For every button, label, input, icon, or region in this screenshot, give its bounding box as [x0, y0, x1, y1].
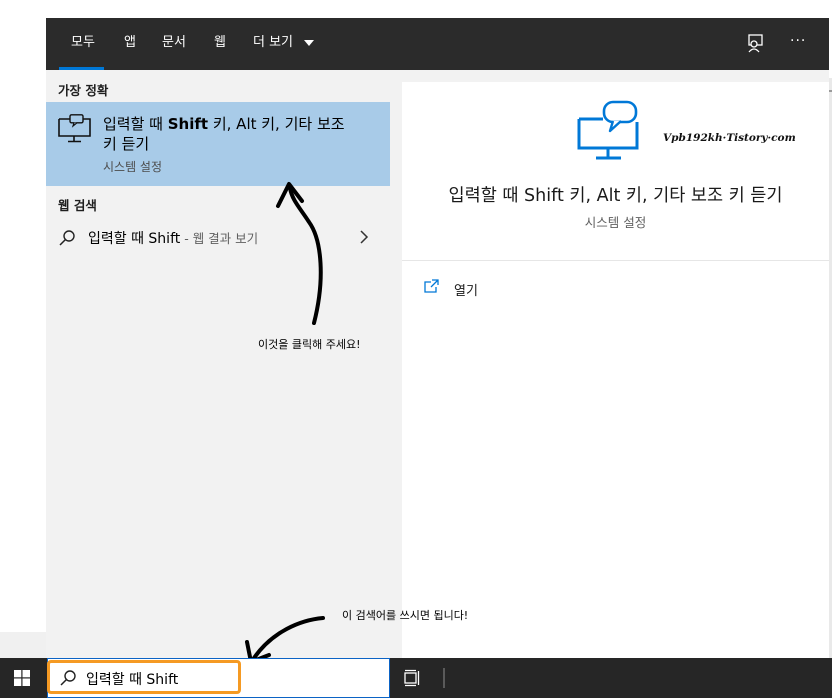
- annotation-arrows: [245, 182, 325, 664]
- task-view-icon[interactable]: [404, 669, 422, 687]
- search-annotation: 이 검색어를 쓰시면 됩니다!: [342, 609, 469, 622]
- highlight-box: [47, 660, 241, 694]
- click-annotation: 이것을 클릭해 주세요!: [258, 338, 361, 351]
- taskbar-divider: [443, 668, 445, 688]
- windows-start-icon[interactable]: [14, 670, 30, 686]
